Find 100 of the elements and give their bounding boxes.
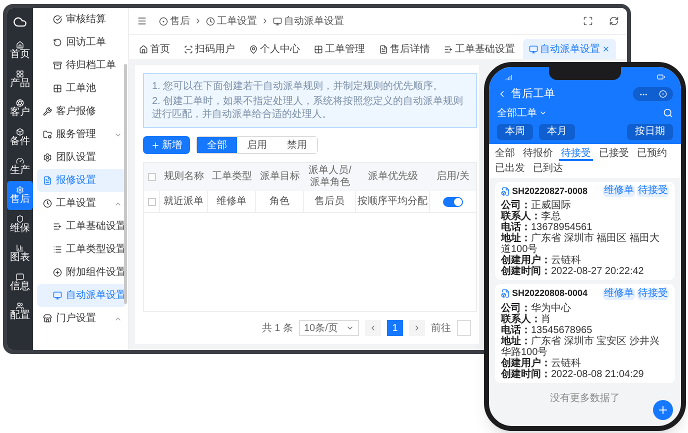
page-tab[interactable]: 工单管理	[308, 39, 371, 59]
status-tab[interactable]: 待报价	[521, 146, 555, 160]
fullscreen-icon[interactable]	[583, 16, 593, 26]
order-field: 公司：正威国际	[501, 200, 669, 211]
clock-icon	[43, 199, 52, 208]
order-card[interactable]: SH20220808-0004 维修单 待接受 公司：华为中心 联系人：肖 电话：13545678965 地址：广东省 深圳市 宝安区 沙井兴华路100号 创建用户：云链科 创建时间：2022-08-08 21:04:29	[495, 284, 675, 382]
breadcrumb-item[interactable]: 自动派单设置	[273, 14, 344, 28]
signal-icon	[505, 74, 512, 80]
document-icon	[43, 176, 52, 185]
menu-icon[interactable]	[137, 16, 147, 26]
status-tab[interactable]: 已预约	[635, 146, 669, 160]
checkbox[interactable]	[148, 198, 156, 206]
range-button[interactable]: 本月	[539, 124, 575, 140]
capsule-menu[interactable]	[633, 87, 673, 102]
toggle-switch[interactable]	[443, 196, 463, 206]
page-tab[interactable]: 自动派单设置	[523, 39, 616, 59]
cloud-logo-icon	[13, 15, 27, 29]
settings-icon	[43, 153, 52, 162]
order-field: 地址：广东省 深圳市 宝安区 沙井兴华路100号	[501, 336, 669, 358]
status-tab[interactable]: 已接受	[597, 146, 631, 160]
status-tab[interactable]: 待接受	[559, 146, 593, 160]
notice-text: 2. 创建工单时，如果不指定处理人，系统将按照您定义的自动派单规则进行匹配，并自动派单给合适的处理人。	[152, 95, 464, 121]
sidebar-item[interactable]: 审核结算	[37, 8, 126, 31]
document-icon	[379, 44, 388, 54]
rail-item[interactable]: 首页	[7, 36, 33, 65]
page-tab[interactable]: 个人中心	[243, 39, 306, 59]
chevron-right-icon	[261, 17, 269, 25]
order-field: 创建用户：云链科	[501, 255, 669, 266]
rail-item[interactable]: 备件	[7, 123, 33, 152]
search-icon[interactable]	[663, 108, 673, 118]
filter-tab[interactable]: 全部	[197, 137, 237, 153]
sidebar-item[interactable]: 回访工单	[37, 31, 126, 54]
order-field: 电话：13545678965	[501, 324, 669, 336]
status-tab[interactable]: 已到达	[531, 160, 565, 176]
rail-item[interactable]: 信息	[7, 268, 33, 297]
scrollbar[interactable]	[124, 64, 127, 304]
sidebar-item[interactable]: 工单池	[37, 77, 126, 100]
order-field: 联系人：李总	[501, 211, 669, 222]
sidebar-item[interactable]: 待归档工单	[37, 54, 126, 77]
plus-icon	[151, 140, 160, 150]
status-tag: 待接受	[637, 288, 669, 300]
order-field: 创建时间：2022-08-08 21:04:29	[501, 368, 669, 380]
rail-item[interactable]: 客户	[7, 94, 33, 123]
page-tab[interactable]: 扫码用户	[178, 39, 241, 59]
order-field: 联系人：肖	[501, 314, 669, 324]
refresh-icon[interactable]	[609, 16, 619, 26]
grid-icon	[314, 44, 323, 54]
rail-item[interactable]: 售后	[7, 181, 33, 210]
table-cell-text: 按顺序平均分配	[358, 194, 428, 209]
list-icon	[53, 222, 62, 231]
rail-item[interactable]: 生产	[7, 152, 33, 181]
sidebar-item[interactable]: 报修设置	[37, 169, 126, 192]
status-tab[interactable]: 已出发	[493, 160, 527, 176]
box-icon	[16, 128, 24, 136]
sidebar-item[interactable]: 服务管理	[37, 123, 126, 146]
no-more-text: 没有更多数据了	[549, 392, 621, 406]
page-tab[interactable]: 售后详情	[373, 39, 436, 59]
page-button[interactable]: 1	[387, 320, 403, 336]
page-tab[interactable]: 首页	[133, 39, 176, 59]
sidebar-item[interactable]: 工单设置	[37, 192, 126, 215]
breadcrumb-item[interactable]: 工单设置	[206, 14, 257, 28]
status-tag: 维修单	[603, 288, 635, 300]
page-input[interactable]	[457, 320, 471, 336]
add-button[interactable]: 新增	[143, 136, 190, 154]
order-field: 电话：13678954561	[501, 222, 669, 233]
breadcrumb-item[interactable]: 售后	[159, 14, 190, 28]
add-fab[interactable]	[653, 400, 673, 420]
rail-item[interactable]: 维保	[7, 210, 33, 239]
filter-dropdown[interactable]: 全部工单	[497, 106, 547, 120]
home-icon	[16, 41, 24, 49]
order-field: 公司：华为中心	[501, 302, 669, 314]
checkbox[interactable]	[148, 173, 156, 181]
users-icon	[16, 302, 24, 310]
clock-icon	[206, 16, 215, 26]
list-icon	[444, 44, 453, 54]
total-count: 共 1 条	[262, 322, 293, 336]
status-tag: 维修单	[603, 185, 635, 198]
document-icon	[501, 186, 510, 196]
rail-item[interactable]: 配置	[7, 297, 33, 326]
phone-title: 售后工单	[511, 87, 555, 102]
chevron-down-icon	[539, 109, 547, 117]
range-button[interactable]: 本周	[497, 124, 533, 140]
sidebar-item[interactable]: 团队设置	[37, 146, 126, 169]
rail-item[interactable]: 产品	[7, 65, 33, 94]
page-tab[interactable]: 工单基础设置	[438, 39, 521, 59]
date-button[interactable]: 按日期	[627, 124, 673, 140]
status-tab[interactable]: 全部	[493, 146, 517, 160]
page-size-select[interactable]: 10条/页	[299, 320, 359, 336]
grid-icon	[16, 70, 24, 78]
monitor-icon	[529, 44, 538, 54]
battery-icon	[657, 73, 665, 81]
aperture-icon	[16, 99, 24, 107]
rail-item[interactable]: 图表	[7, 239, 33, 268]
pin-icon	[249, 44, 258, 54]
sidebar-item[interactable]: 客户报修	[37, 100, 126, 123]
order-card[interactable]: SH20220827-0008 维修单 待接受 公司：正威国际 联系人：李总 电话：13678954561 地址：广东省 深圳市 福田区 福田大道100号 创建用户：云链科 创建时间：2022-08-27 20:22:42	[495, 182, 675, 280]
close-icon[interactable]	[602, 45, 610, 53]
monitor-icon	[273, 16, 282, 26]
sidebar-item[interactable]: 门户设置	[37, 307, 126, 330]
archive-icon	[53, 61, 62, 70]
